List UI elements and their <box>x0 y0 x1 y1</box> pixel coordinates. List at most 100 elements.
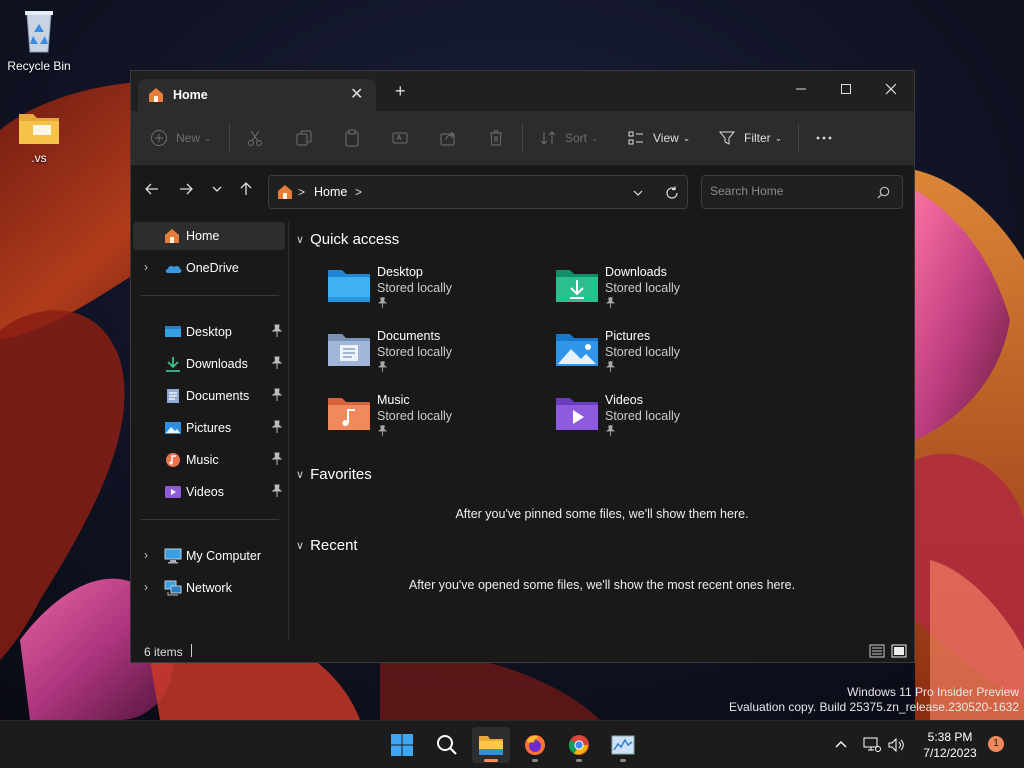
arrow-right-icon <box>180 183 193 195</box>
file-explorer-window: Home ✕ + New ⌄ Sort ⌄ View ⌄ Filter ⌄ > … <box>130 70 915 663</box>
filter-button[interactable]: Filter ⌄ <box>718 125 782 151</box>
new-button[interactable]: New ⌄ <box>150 125 212 151</box>
tab-home[interactable]: Home ✕ <box>138 79 376 111</box>
rename-icon <box>392 132 408 144</box>
quick-access-item-music[interactable]: Music Stored locally <box>327 391 537 441</box>
view-label: View <box>653 131 679 145</box>
minimize-icon[interactable] <box>778 75 824 101</box>
nav-item-label: OneDrive <box>186 261 239 275</box>
onedrive-icon <box>165 265 182 273</box>
quick-access-item-videos[interactable]: Videos Stored locally <box>555 391 765 441</box>
section-header-recent[interactable]: ∨ Recent <box>296 537 358 554</box>
breadcrumb-home[interactable]: Home <box>314 185 347 199</box>
close-icon[interactable] <box>868 75 914 101</box>
network-status-icon[interactable] <box>863 737 881 753</box>
chevron-down-icon[interactable] <box>632 187 644 199</box>
pin-icon[interactable] <box>271 420 283 434</box>
rename-button[interactable] <box>391 125 409 151</box>
chevron-right-icon[interactable]: › <box>144 260 148 274</box>
back-button[interactable] <box>145 182 159 199</box>
share-button[interactable] <box>439 125 457 151</box>
item-name: Downloads <box>605 265 667 279</box>
search-icon <box>437 735 457 755</box>
maximize-icon[interactable] <box>823 75 869 101</box>
sort-icon <box>540 131 556 145</box>
forward-button[interactable] <box>179 182 193 199</box>
nav-item-documents[interactable]: Documents <box>133 382 285 410</box>
delete-button[interactable] <box>487 125 505 151</box>
watermark-line-2: Evaluation copy. Build 25375.zn_release.… <box>729 700 1019 714</box>
chevron-down-icon: ⌄ <box>591 132 599 143</box>
section-header-quick-access[interactable]: ∨ Quick access <box>296 231 399 248</box>
nav-item-network[interactable]: › Network <box>133 574 285 602</box>
more-button[interactable] <box>815 125 833 151</box>
recent-locations-button[interactable] <box>211 182 223 199</box>
pin-icon[interactable] <box>271 452 283 466</box>
plus-icon[interactable]: + <box>395 82 406 100</box>
taskbar-task-manager[interactable] <box>604 727 642 763</box>
sort-label: Sort <box>565 131 588 145</box>
nav-item-videos[interactable]: Videos <box>133 478 285 506</box>
pin-icon[interactable] <box>271 484 283 498</box>
more-icon <box>816 136 832 140</box>
search-box[interactable] <box>701 175 903 209</box>
paste-button[interactable] <box>343 125 361 151</box>
section-title: Quick access <box>310 231 400 248</box>
taskbar-file-explorer[interactable] <box>472 727 510 763</box>
start-button[interactable] <box>383 727 421 763</box>
search-button[interactable] <box>428 727 466 763</box>
desktop-icon-recycle-bin[interactable]: Recycle Bin <box>1 8 77 73</box>
nav-item-onedrive[interactable]: › OneDrive <box>133 254 285 282</box>
folder-icon <box>19 114 59 144</box>
breadcrumb-separator[interactable]: > <box>355 185 362 199</box>
downloads-folder-icon <box>556 270 598 302</box>
pin-icon[interactable] <box>271 388 283 402</box>
filter-label: Filter <box>744 131 771 145</box>
nav-item-pictures[interactable]: Pictures <box>133 414 285 442</box>
cut-button[interactable] <box>246 125 264 151</box>
details-view-icon[interactable] <box>869 644 885 658</box>
home-icon <box>165 229 179 243</box>
title-bar[interactable]: Home ✕ + <box>131 71 914 111</box>
chevron-right-icon[interactable]: › <box>144 580 148 594</box>
nav-item-downloads[interactable]: Downloads <box>133 350 285 378</box>
refresh-icon[interactable] <box>665 186 679 200</box>
tab-label: Home <box>173 88 208 102</box>
sort-button[interactable]: Sort ⌄ <box>539 125 599 151</box>
tiles-view-icon[interactable] <box>891 644 907 658</box>
status-divider <box>191 644 192 657</box>
favorites-empty-message: After you've pinned some files, we'll sh… <box>455 507 749 521</box>
desktop-icon-vs-folder[interactable]: .vs <box>1 108 77 165</box>
quick-access-item-documents[interactable]: Documents Stored locally <box>327 327 537 377</box>
quick-access-item-pictures[interactable]: Pictures Stored locally <box>555 327 765 377</box>
pin-icon[interactable] <box>271 356 283 370</box>
nav-item-home[interactable]: Home <box>133 222 285 250</box>
address-bar[interactable]: > Home > <box>268 175 688 209</box>
notification-badge[interactable]: 1 <box>988 736 1004 752</box>
quick-access-item-desktop[interactable]: Desktop Stored locally <box>327 263 537 313</box>
system-clock[interactable]: 5:38 PM 7/12/2023 <box>916 729 984 761</box>
nav-item-desktop[interactable]: Desktop <box>133 318 285 346</box>
plus-circle-icon <box>151 130 167 146</box>
nav-item-music[interactable]: Music <box>133 446 285 474</box>
quick-access-item-downloads[interactable]: Downloads Stored locally <box>555 263 765 313</box>
copy-button[interactable] <box>295 125 313 151</box>
view-button[interactable]: View ⌄ <box>627 125 690 151</box>
home-icon <box>278 185 292 199</box>
chevron-up-icon[interactable] <box>834 738 848 752</box>
pin-icon[interactable] <box>271 324 283 338</box>
taskbar-chrome[interactable] <box>560 727 598 763</box>
taskbar-firefox[interactable] <box>516 727 554 763</box>
search-icon[interactable] <box>877 186 890 199</box>
chevron-right-icon[interactable]: › <box>144 548 148 562</box>
nav-item-my-computer[interactable]: › My Computer <box>133 542 285 570</box>
volume-icon[interactable] <box>887 737 905 753</box>
address-row: > Home > <box>131 166 914 222</box>
recent-empty-message: After you've opened some files, we'll sh… <box>408 578 796 592</box>
videos-folder-icon <box>556 398 598 430</box>
breadcrumb-separator: > <box>298 185 306 199</box>
up-button[interactable] <box>239 182 253 199</box>
search-input[interactable] <box>710 184 870 198</box>
section-header-favorites[interactable]: ∨ Favorites <box>296 466 372 483</box>
close-icon[interactable]: ✕ <box>350 84 363 104</box>
